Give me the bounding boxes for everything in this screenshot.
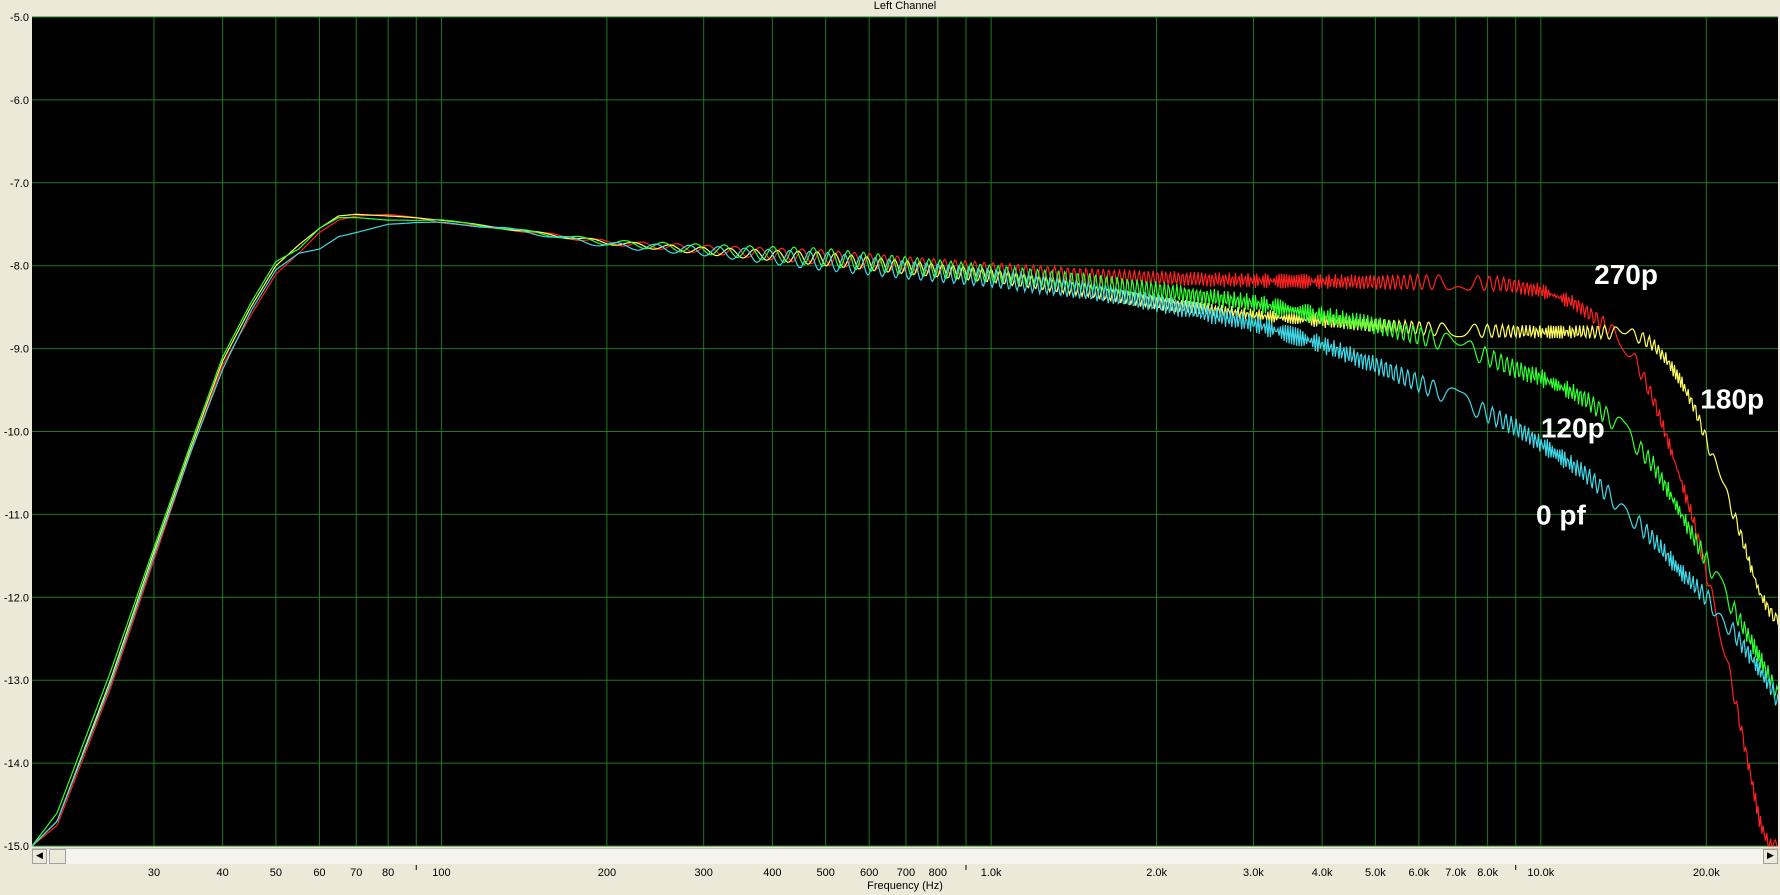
x-tick-label: 50 (270, 867, 282, 879)
x-axis: 30 40 50 60 70 80 100 200 300 400 500 600 700 800 1.0k… (148, 865, 1720, 879)
x-tick-label: 20.0k (1693, 867, 1720, 879)
scrollbar-thumb[interactable] (49, 849, 66, 864)
series-annotation: 180p (1700, 383, 1764, 414)
y-tick-label: -15.0 (4, 841, 29, 853)
y-tick-label: -11.0 (5, 509, 29, 521)
y-tick-label: -5.0 (10, 12, 29, 24)
x-tick-label: 300 (695, 867, 713, 879)
y-tick-label: -14.0 (4, 758, 29, 770)
x-tick-label: 60 (313, 867, 325, 879)
y-tick-label: -12.0 (4, 592, 29, 604)
x-tick-label: 500 (816, 867, 834, 879)
x-tick-label: 700 (897, 867, 915, 879)
y-tick-label: -7.0 (10, 178, 29, 190)
x-tick-label: 8.0k (1477, 867, 1498, 879)
scroll-left-button[interactable]: ◀ (32, 849, 47, 864)
x-tick-label: 7.0k (1445, 867, 1466, 879)
y-tick-label: -13.0 (4, 675, 29, 687)
x-tick-label: 200 (598, 867, 616, 879)
y-tick-label: -6.0 (10, 95, 29, 107)
x-axis-label: Frequency (Hz) (867, 880, 943, 892)
x-tick-label: 100 (432, 867, 450, 879)
x-tick-label: 800 (929, 867, 947, 879)
x-tick-label: 6.0k (1409, 867, 1430, 879)
frequency-response-chart[interactable]: 270p 180p 120p 0 pf -5.0 -6.0 -7.0 -8.0 -9.0 -10… (0, 0, 1780, 895)
y-tick-label: -10.0 (4, 427, 29, 439)
y-tick-label: -8.0 (10, 261, 29, 273)
x-tick-label: 10.0k (1527, 867, 1554, 879)
series-annotation: 270p (1594, 259, 1658, 290)
x-tick-label: 5.0k (1365, 867, 1386, 879)
series-annotation: 120p (1541, 412, 1605, 443)
y-tick-label: -9.0 (10, 344, 29, 356)
x-tick-label: 80 (382, 867, 394, 879)
x-tick-label: 600 (860, 867, 878, 879)
analyzer-window: Left Channel 270p 180p 120p 0 pf -5.0 -6.0 -7… (0, 0, 1780, 895)
x-tick-label: 1.0k (981, 867, 1002, 879)
x-tick-label: 2.0k (1146, 867, 1167, 879)
x-tick-label: 40 (217, 867, 229, 879)
x-tick-label: 30 (148, 867, 160, 879)
scroll-right-button[interactable]: ▶ (1763, 849, 1778, 864)
x-tick-label: 3.0k (1243, 867, 1264, 879)
x-tick-label: 400 (763, 867, 781, 879)
x-tick-label: 4.0k (1312, 867, 1333, 879)
y-axis: -5.0 -6.0 -7.0 -8.0 -9.0 -10.0 -11.0 -12.0 -13.0… (4, 12, 29, 853)
series-annotation: 0 pf (1536, 499, 1586, 530)
horizontal-scrollbar[interactable]: ◀ ▶ (32, 848, 1778, 864)
x-tick-label: 70 (350, 867, 362, 879)
